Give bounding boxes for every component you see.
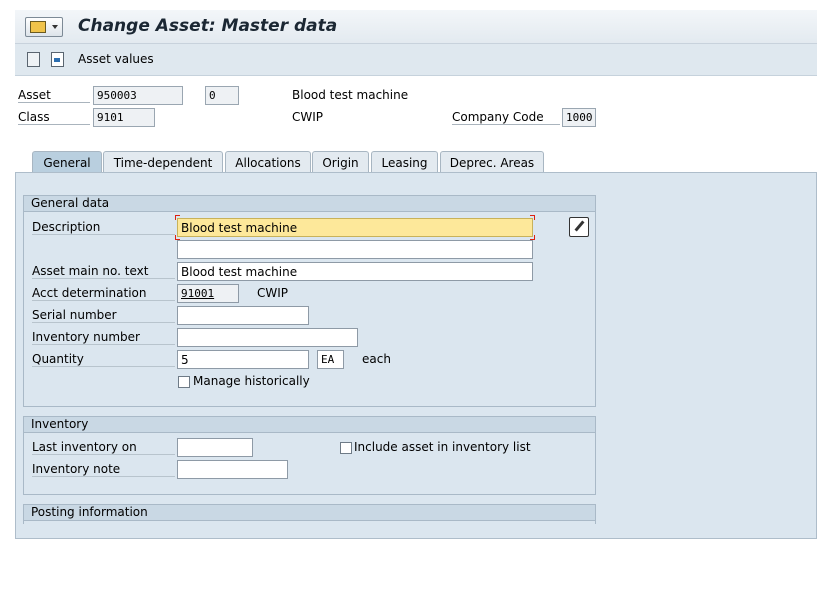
inventory-note-label: Inventory note — [32, 462, 175, 477]
system-menu-button[interactable] — [25, 17, 63, 37]
acct-determination-field[interactable]: 91001 — [177, 284, 239, 303]
tab-general[interactable]: General — [32, 151, 102, 173]
asset-description-text: Blood test machine — [292, 88, 409, 102]
title-bar: Change Asset: Master data — [15, 10, 817, 44]
edit-long-text-icon[interactable] — [569, 217, 589, 237]
tab-time-dependent[interactable]: Time-dependent — [103, 151, 223, 172]
quantity-label: Quantity — [32, 352, 175, 367]
company-code-label: Company Code — [452, 110, 560, 125]
group-title: Posting information — [24, 505, 595, 521]
focus-corner — [175, 215, 180, 220]
application-toolbar: Asset values — [15, 44, 817, 76]
last-inventory-label: Last inventory on — [32, 440, 175, 455]
tab-allocations[interactable]: Allocations — [225, 151, 311, 172]
asset-label: Asset — [18, 88, 90, 103]
acct-determination-label: Acct determination — [32, 286, 175, 301]
inventory-group: Inventory — [23, 416, 596, 495]
company-code-field[interactable]: 1000 — [562, 108, 596, 127]
description-field[interactable]: Blood test machine — [177, 218, 533, 237]
description-label: Description — [32, 220, 175, 235]
inventory-number-field[interactable] — [177, 328, 358, 347]
menu-icon — [30, 21, 46, 33]
serial-number-label: Serial number — [32, 308, 175, 323]
page-title: Change Asset: Master data — [78, 16, 338, 36]
group-title: General data — [24, 196, 595, 212]
sub-number-field[interactable]: 0 — [205, 86, 239, 105]
class-description-text: CWIP — [292, 110, 324, 124]
dropdown-arrow-icon — [52, 25, 58, 29]
last-inventory-field[interactable] — [177, 438, 253, 457]
copy-icon[interactable] — [27, 52, 40, 67]
manage-historically-label: Manage historically — [193, 374, 310, 388]
group-title: Inventory — [24, 417, 595, 433]
tab-leasing[interactable]: Leasing — [371, 151, 438, 172]
serial-number-field[interactable] — [177, 306, 309, 325]
description-line2-field[interactable] — [177, 240, 533, 259]
unit-field[interactable]: EA — [317, 350, 344, 369]
quantity-field[interactable]: 5 — [177, 350, 309, 369]
focus-corner — [530, 215, 535, 220]
include-inventory-label: Include asset in inventory list — [354, 440, 531, 454]
unit-text: each — [362, 352, 391, 366]
tab-origin[interactable]: Origin — [312, 151, 369, 172]
document-icon[interactable] — [51, 52, 64, 67]
inventory-note-field[interactable] — [177, 460, 288, 479]
asset-main-text-field[interactable]: Blood test machine — [177, 262, 533, 281]
manage-historically-checkbox[interactable] — [178, 376, 190, 388]
class-field[interactable]: 9101 — [93, 108, 155, 127]
tab-deprec-areas[interactable]: Deprec. Areas — [440, 151, 544, 172]
asset-number-field[interactable]: 950003 — [93, 86, 183, 105]
include-inventory-checkbox[interactable] — [340, 442, 352, 454]
asset-values-button[interactable]: Asset values — [78, 52, 154, 66]
tab-strip: General Time-dependent Allocations Origi… — [15, 151, 817, 173]
posting-info-group: Posting information — [23, 504, 596, 524]
acct-determination-text: CWIP — [257, 286, 289, 300]
asset-main-text-label: Asset main no. text — [32, 264, 175, 279]
inventory-number-label: Inventory number — [32, 330, 175, 345]
class-label: Class — [18, 110, 90, 125]
